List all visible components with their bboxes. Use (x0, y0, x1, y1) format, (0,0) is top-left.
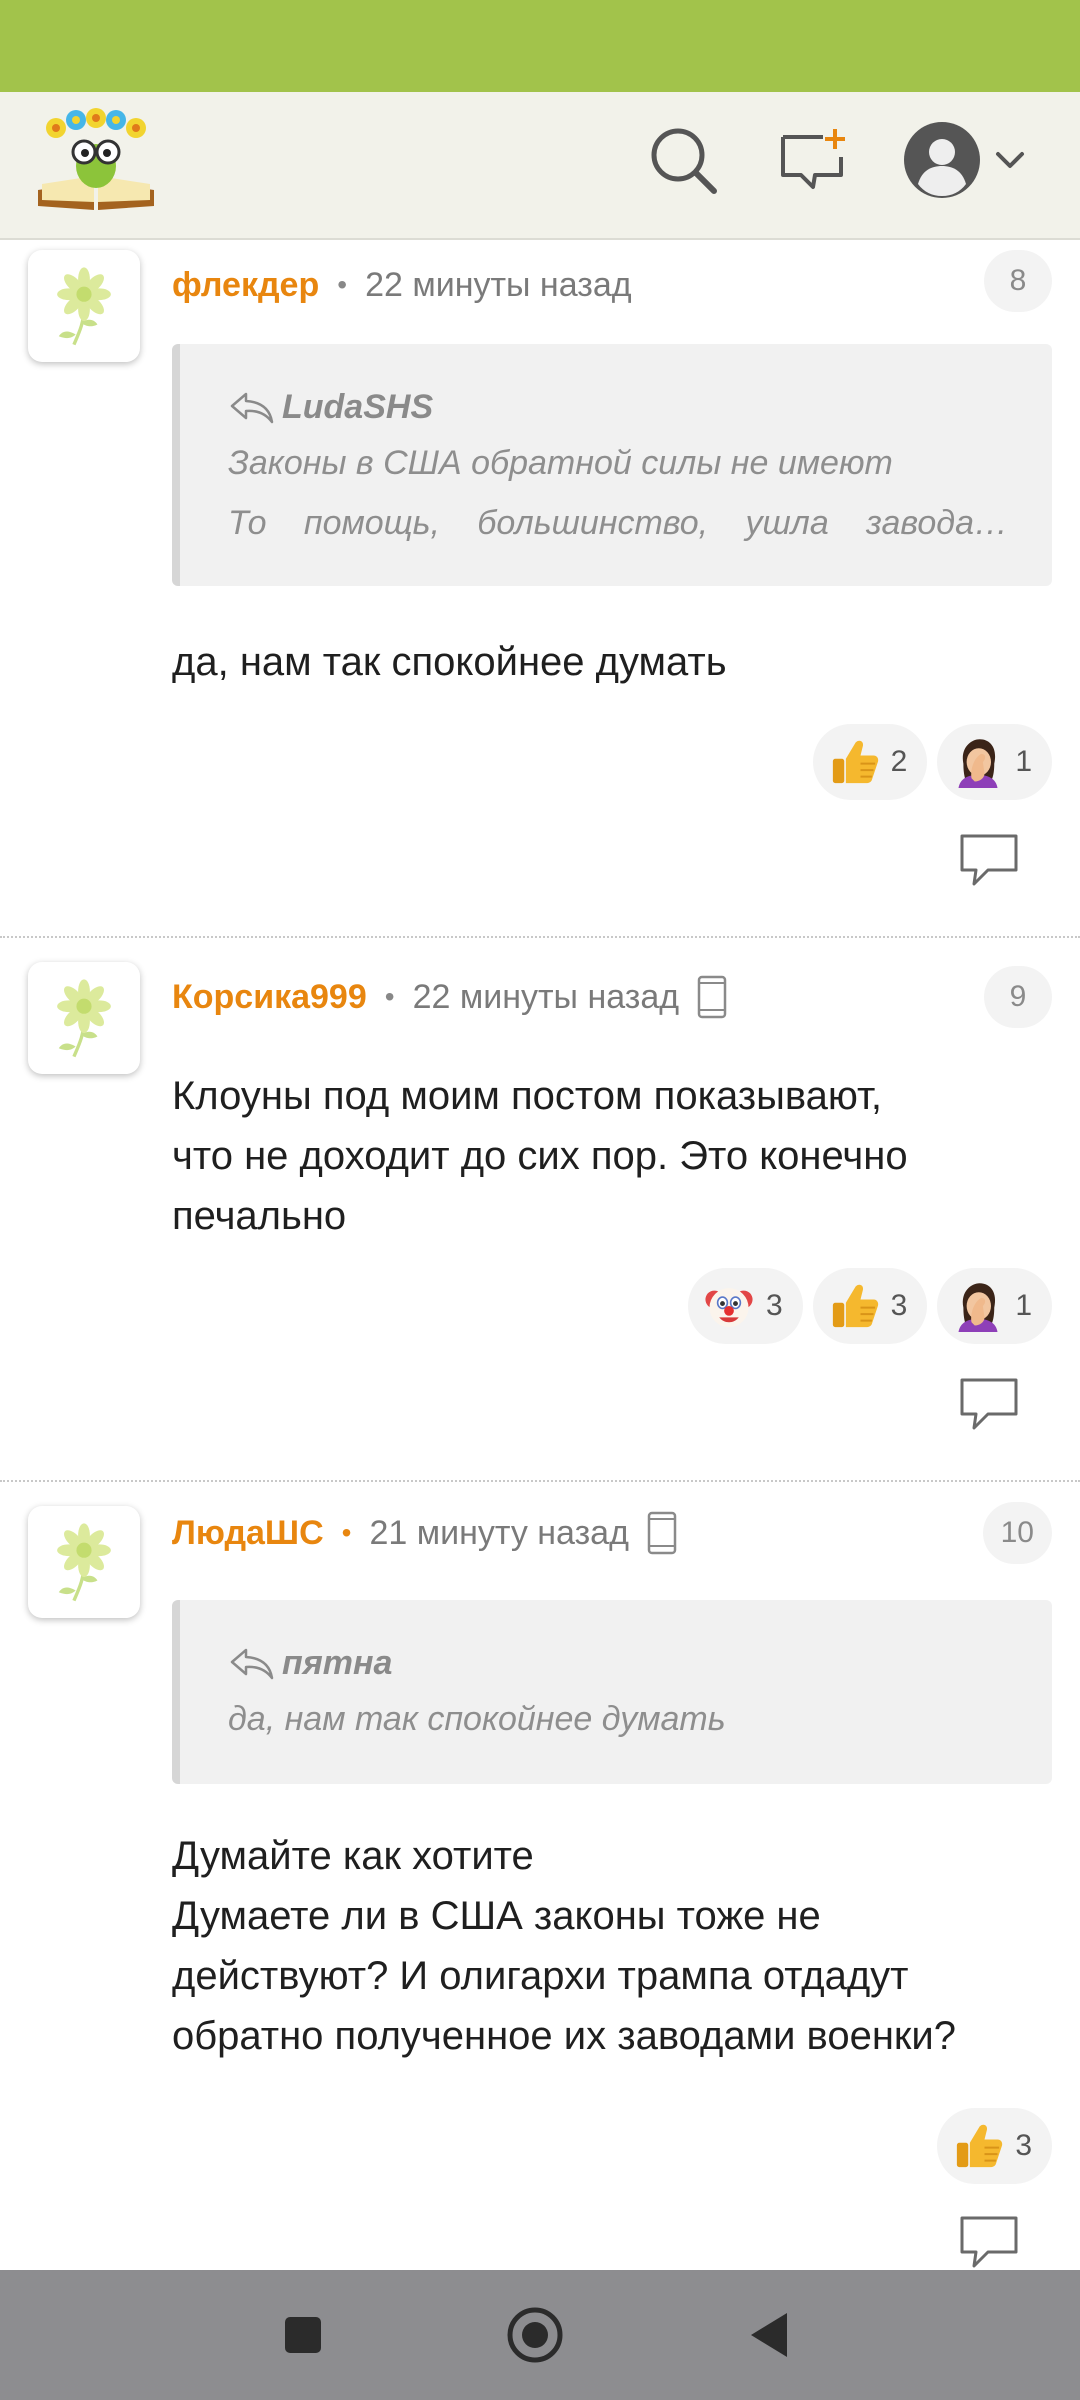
quote-line: Законы в США обратной силы не имеют (228, 444, 893, 482)
user-avatar[interactable] (28, 962, 140, 1074)
comment-divider (0, 936, 1080, 938)
recent-apps-button[interactable] (268, 2300, 338, 2370)
reply-icon (958, 1376, 1020, 1432)
reaction-facepalm[interactable]: 1 (937, 724, 1052, 800)
mobile-device-icon (697, 975, 727, 1019)
comment-number[interactable]: 10 (982, 1502, 1052, 1564)
chevron-down-icon (996, 152, 1024, 168)
app-header (0, 92, 1080, 240)
comment-time: 22 минуты назад (412, 977, 680, 1016)
clown-face-icon (702, 1279, 756, 1333)
comment-author[interactable]: Корсика999 (172, 978, 367, 1017)
comment-text: да, нам так спокойнее думать (172, 640, 727, 684)
comment-time: 22 минуты назад (365, 265, 632, 304)
quote-word: То (228, 504, 267, 542)
thumbs-up-icon (827, 735, 881, 789)
comment-divider (0, 1480, 1080, 1482)
comment: Корсика999 • 22 минуты назад 9 Клоуны по… (0, 952, 1080, 1480)
quote-author-name: пятна (282, 1643, 393, 1682)
comment: флекдер • 22 минуты назад 8 LudaSHS Зако… (0, 240, 1080, 936)
facepalm-woman-icon (951, 735, 1005, 789)
quoted-comment[interactable]: пятна да, нам так спокойнее думать (172, 1600, 1052, 1784)
new-post-button[interactable] (774, 120, 854, 200)
separator-dot: • (341, 1517, 352, 1548)
account-menu-button[interactable] (902, 118, 1042, 202)
square-icon (285, 2317, 321, 2353)
new-message-icon (781, 129, 845, 189)
comment-author[interactable]: ЛюдаШС (172, 1514, 324, 1553)
quote-word: завода… (866, 504, 1008, 542)
comment-meta: ЛюдаШС • 21 минуту назад (172, 1508, 677, 1558)
comment: ЛюдаШС • 21 минуту назад 10 пятна да, на… (0, 1496, 1080, 2270)
home-circle-icon (507, 2307, 563, 2363)
reply-arrow-icon (228, 1646, 276, 1680)
reaction-count: 2 (890, 745, 908, 778)
quote-line: да, нам так спокойнее думать (228, 1700, 726, 1738)
site-logo[interactable] (34, 106, 158, 212)
reply-button[interactable] (958, 1376, 1020, 1432)
reaction-thumbs-up[interactable]: 2 (812, 724, 928, 800)
reactions: 3 3 1 (687, 1268, 1052, 1344)
quote-word: помощь, (303, 504, 440, 542)
reply-icon (958, 832, 1020, 888)
reaction-count: 3 (765, 1289, 783, 1322)
home-button[interactable] (500, 2300, 570, 2370)
reply-button[interactable] (958, 2214, 1020, 2270)
thumbs-up-icon (827, 1279, 881, 1333)
comment-author[interactable]: флекдер (172, 266, 319, 305)
back-triangle-icon (751, 2313, 787, 2357)
separator-dot: • (337, 269, 348, 300)
system-navigation-bar (0, 2270, 1080, 2400)
reaction-count: 1 (1015, 745, 1032, 778)
quote-line-2: То помощь, большинство, ушла завода… (228, 504, 1008, 550)
thumbs-up-icon (951, 2119, 1005, 2173)
reactions: 3 (937, 2108, 1052, 2184)
user-avatar-icon (904, 122, 980, 198)
user-avatar[interactable] (28, 250, 140, 362)
comment-number[interactable]: 8 (984, 250, 1052, 312)
reaction-facepalm[interactable]: 1 (937, 1268, 1052, 1344)
reply-icon (958, 2214, 1020, 2270)
reply-button[interactable] (958, 832, 1020, 888)
reaction-count: 3 (1015, 2129, 1032, 2162)
comment-text: Думайте как хотите Думаете ли в США зако… (172, 1834, 957, 2058)
reaction-count: 1 (1015, 1289, 1032, 1322)
reaction-clown[interactable]: 3 (687, 1268, 803, 1344)
comment-meta: флекдер • 22 минуты назад (172, 260, 632, 310)
search-button[interactable] (643, 120, 723, 200)
comment-text: Клоуны под моим постом показывают, что н… (172, 1074, 908, 1238)
quote-word: большинство, (477, 504, 709, 542)
comment-meta: Корсика999 • 22 минуты назад (172, 972, 727, 1022)
status-bar (0, 0, 1080, 92)
quote-author-name: LudaSHS (282, 387, 434, 426)
quote-author: LudaSHS (228, 384, 1052, 430)
reply-arrow-icon (228, 390, 276, 424)
comments-feed: флекдер • 22 минуты назад 8 LudaSHS Зако… (0, 240, 1080, 2270)
search-icon (651, 128, 717, 194)
quoted-comment[interactable]: LudaSHS Законы в США обратной силы не им… (172, 344, 1052, 586)
reactions: 2 1 (812, 724, 1052, 800)
reaction-thumbs-up[interactable]: 3 (812, 1268, 928, 1344)
comment-time: 21 минуту назад (369, 1513, 629, 1552)
quote-word: ушла (745, 504, 829, 542)
back-button[interactable] (734, 2300, 804, 2370)
separator-dot: • (384, 981, 395, 1012)
user-avatar[interactable] (28, 1506, 140, 1618)
quote-author: пятна (228, 1640, 1052, 1686)
facepalm-woman-icon (951, 1279, 1005, 1333)
reaction-thumbs-up[interactable]: 3 (937, 2108, 1052, 2184)
mobile-device-icon (647, 1511, 677, 1555)
comment-number[interactable]: 9 (984, 966, 1052, 1028)
reaction-count: 3 (890, 1289, 908, 1322)
